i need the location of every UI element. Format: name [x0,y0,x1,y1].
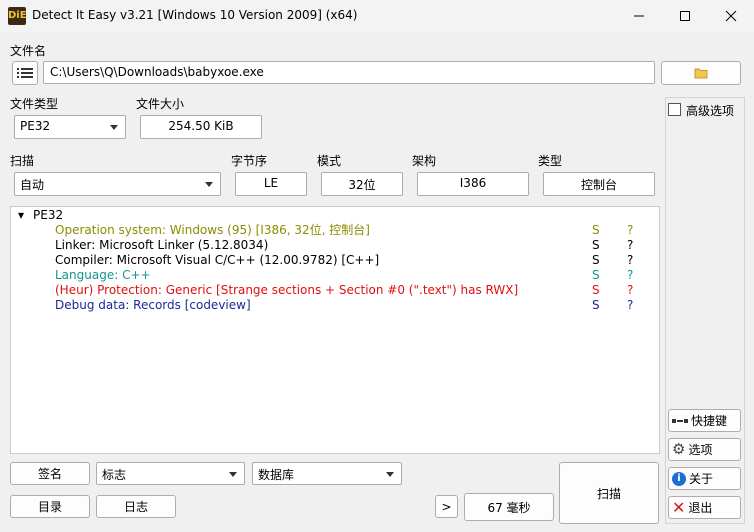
scan-mode-value: 自动 [20,178,45,192]
result-q: ? [627,283,634,297]
options-label: 选项 [688,443,713,457]
result-q: ? [627,268,634,282]
result-text: Linker: Microsoft Linker (5.12.8034) [55,238,269,252]
result-text: Operation system: Windows (95) [I386, 32… [55,223,370,237]
tree-root-label: PE32 [33,208,64,222]
type-value: 控制台 [580,178,617,192]
shortcuts-button[interactable]: 快捷键 [668,409,741,432]
result-s: S [592,298,600,312]
result-q: ? [627,238,634,252]
shortcuts-label: 快捷键 [691,414,728,428]
database-select[interactable]: 数据库 [252,462,402,485]
flags-select[interactable]: 标志 [96,462,245,485]
exit-label: 退出 [688,501,713,515]
database-value: 数据库 [258,468,295,482]
minimize-button[interactable] [616,0,662,32]
log-label: 日志 [123,500,148,514]
elapsed-time-label: 67 毫秒 [487,500,531,515]
chevron-down-icon [386,472,394,477]
options-button[interactable]: ⚙ 选项 [668,438,741,461]
result-row-1[interactable]: Linker: Microsoft Linker (5.12.8034) S ? [11,238,659,253]
directory-button[interactable]: 目录 [10,495,90,518]
gear-icon: ⚙ [672,440,686,458]
chevron-down-icon [229,472,237,477]
result-row-0[interactable]: Operation system: Windows (95) [I386, 32… [11,223,659,238]
scan-button-label: 扫描 [596,486,621,501]
signature-button[interactable]: 签名 [10,462,90,485]
result-s: S [592,283,600,297]
list-icon [17,68,33,78]
log-button[interactable]: 日志 [96,495,176,518]
endian-field: LE [235,172,307,196]
file-name-label: 文件名 [10,44,47,58]
bits-value: 32位 [348,178,376,192]
result-q: ? [627,253,634,267]
maximize-button[interactable] [662,0,708,32]
result-q: ? [627,298,634,312]
result-text: Debug data: Records [codeview] [55,298,251,312]
file-size-value: 254.50 KiB [168,119,234,133]
info-icon: i [672,471,686,486]
more-label: > [441,499,452,514]
result-row-4[interactable]: (Heur) Protection: Generic [Strange sect… [11,283,659,298]
file-size-label: 文件大小 [136,97,185,111]
close-button[interactable] [708,0,754,32]
elapsed-time-button[interactable]: 67 毫秒 [464,493,554,521]
open-file-button[interactable] [661,61,741,85]
exit-button[interactable]: ✕ 退出 [668,496,741,519]
type-field: 控制台 [543,172,655,196]
chevron-down-icon [205,182,213,187]
more-button[interactable]: > [435,495,458,518]
result-text: Language: C++ [55,268,151,282]
window-title: Detect It Easy v3.21 [Windows 10 Version… [32,8,358,22]
scan-label: 扫描 [10,154,35,168]
die-app-icon: DiE [8,7,27,25]
directory-label: 目录 [37,500,62,514]
exit-icon: ✕ [672,497,686,517]
bits-field: 32位 [321,172,403,196]
endian-label: 字节序 [231,154,268,168]
result-s: S [592,238,600,252]
arch-label: 架构 [412,154,437,168]
file-menu-button[interactable] [12,61,38,85]
result-text: Compiler: Microsoft Visual C/C++ (12.00.… [55,253,380,267]
advanced-label: 高级选项 [686,104,735,118]
file-size-field: 254.50 KiB [140,115,262,139]
about-button[interactable]: i 关于 [668,467,741,490]
type-label: 类型 [538,154,563,168]
result-row-5[interactable]: Debug data: Records [codeview] S ? [11,298,659,313]
file-type-label: 文件类型 [10,97,59,111]
file-type-value: PE32 [20,119,51,133]
endian-value: LE [263,176,279,190]
file-path-text: C:\Users\Q\Downloads\babyxoe.exe [50,65,264,79]
flags-value: 标志 [102,468,127,482]
result-s: S [592,268,600,282]
close-icon [725,10,737,22]
result-s: S [592,223,600,237]
about-label: 关于 [689,472,714,486]
arch-value: I386 [459,176,487,190]
chevron-down-icon [110,125,118,130]
results-tree: ▾ PE32 Operation system: Windows (95) [I… [10,206,660,454]
tree-root-row[interactable]: ▾ PE32 [11,208,659,223]
file-path-field[interactable]: C:\Users\Q\Downloads\babyxoe.exe [43,61,655,84]
result-row-2[interactable]: Compiler: Microsoft Visual C/C++ (12.00.… [11,253,659,268]
result-row-3[interactable]: Language: C++ S ? [11,268,659,283]
result-text: (Heur) Protection: Generic [Strange sect… [55,283,519,297]
shortcut-icon [672,418,688,423]
collapse-arrow-icon[interactable]: ▾ [18,208,24,223]
result-q: ? [627,223,634,237]
file-type-select[interactable]: PE32 [14,115,126,139]
minimize-icon [634,15,644,17]
advanced-checkbox[interactable] [668,103,681,116]
result-s: S [592,253,600,267]
arch-field: I386 [417,172,529,196]
scan-button[interactable]: 扫描 [559,462,659,524]
maximize-icon [680,11,690,21]
signature-label: 签名 [37,467,62,481]
folder-icon [694,68,708,79]
scan-mode-select[interactable]: 自动 [14,172,221,196]
mode-label: 模式 [317,154,342,168]
